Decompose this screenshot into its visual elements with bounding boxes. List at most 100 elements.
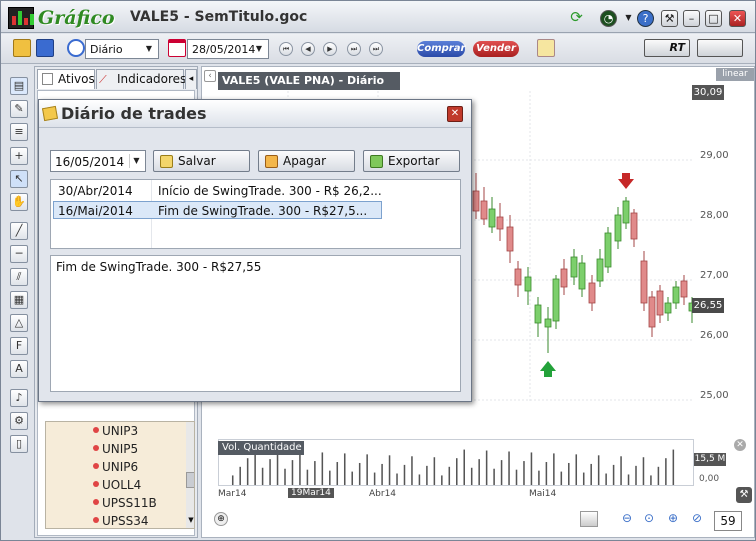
zoom-out-icon[interactable]: ⊖ [622,511,638,527]
rt-button[interactable]: RT [644,39,690,57]
formula-icon[interactable]: F [10,337,28,355]
trade-notes-textarea[interactable]: Fim de SwingTrade. 300 - R$27,55 [50,255,461,392]
play-icon[interactable]: ▶ [323,42,337,56]
list-item[interactable]: UNIP5 [46,440,194,458]
candle-body [552,278,560,322]
volume-bar [246,458,249,485]
volume-bar [590,463,592,485]
prev-icon[interactable]: ◀ [301,42,315,56]
zoom-input[interactable]: 59 [714,511,742,531]
fibonacci-icon[interactable]: △ [10,314,28,332]
volume-bar [239,466,241,485]
zoom-in-icon[interactable]: ⊕ [668,511,684,527]
volume-bar [597,455,600,485]
volume-title: Vol. Quantidade [218,441,304,455]
delete-icon [265,155,278,168]
next-icon[interactable]: ⏭ [347,42,361,56]
volume-bar [642,457,645,485]
export-button[interactable]: Exportar [363,150,460,172]
note-text: Fim de SwingTrade. 300 - R$27,55 [56,260,262,274]
asset-scrollbar[interactable]: ▼ [186,422,194,528]
tools-icon[interactable]: ⚒ [661,10,678,27]
tab-ativos[interactable]: Ativos [37,69,95,89]
tab-scroll-button[interactable]: ◂ [185,69,197,89]
chevron-down-icon[interactable]: ▼ [186,516,194,528]
minimize-icon[interactable]: – [683,10,700,27]
sell-button[interactable]: Vender [473,41,519,57]
zoom-fit-icon[interactable]: ⊙ [644,511,660,527]
document-icon[interactable]: ▯ [10,435,28,453]
hand-icon[interactable]: ✋ [10,193,28,211]
calendar-icon[interactable] [168,39,186,57]
chart-title: VALE5 (VALE PNA) - Diário [218,72,400,90]
last-icon[interactable]: ⏭ [369,42,383,56]
price-level: 27,00 [700,270,729,281]
pencil-icon[interactable] [537,39,555,57]
text-icon[interactable]: A [10,360,28,378]
maximize-icon[interactable]: □ [705,10,722,27]
current-price-label: 26,55 [692,298,724,313]
volume-bar [500,460,503,485]
notes-icon[interactable]: ✎ [10,100,28,118]
table-row[interactable]: 30/Abr/2014 Início de SwingTrade. 300 - … [53,182,382,200]
volume-bar [582,472,585,485]
wrench-icon[interactable]: ⚒ [736,487,752,503]
settings-icon[interactable]: ⚙ [10,412,28,430]
list-item[interactable]: UNIP6 [46,458,194,476]
volume-bar [515,469,518,485]
volume-bar [299,451,301,485]
rectangle-icon[interactable]: ▦ [10,291,28,309]
volume-bar [329,470,331,485]
buy-button[interactable]: Comprar [417,41,465,57]
table-row-selected[interactable]: 16/Mai/2014 Fim de SwingTrade. 300 - R$2… [53,201,382,219]
scroll-thumb[interactable] [186,472,194,488]
refresh-icon[interactable]: ⟳ [568,10,585,27]
volume-bar [433,457,436,485]
layout-icon[interactable]: ▤ [10,77,28,95]
close-icon[interactable]: ✕ [734,439,746,451]
list-item[interactable]: UOLL4 [46,476,194,494]
list-icon[interactable]: ≡ [10,123,28,141]
pointer-icon[interactable]: ↖ [10,170,28,188]
alert-icon[interactable]: ♪ [10,389,28,407]
tab-indicadores[interactable]: ⟋ Indicadores [96,69,186,89]
candle-body [596,258,604,282]
delete-button[interactable]: Apagar [258,150,355,172]
volume-bar [545,462,548,485]
connection-icon[interactable]: ◔ [600,10,617,27]
close-icon[interactable]: ✕ [447,106,463,122]
candle-body [534,304,542,324]
scale-mode-badge[interactable]: linear [716,68,754,81]
channel-icon[interactable]: ⫽ [10,268,28,286]
save-disk-icon[interactable] [36,39,54,57]
open-folder-icon[interactable] [13,39,31,57]
zoom-reset-icon[interactable]: ⊘ [692,511,708,527]
list-item[interactable]: UPSS11B [46,494,194,512]
volume-bar [612,464,615,485]
clock-icon[interactable] [67,39,85,57]
list-item[interactable]: UNIP3 [46,422,194,440]
chevron-down-icon[interactable]: ▼ [620,10,637,27]
list-item[interactable]: UPSS34 [46,512,194,528]
save-button[interactable]: Salvar [153,150,250,172]
period-select[interactable]: Diário ▼ [85,39,159,59]
time-label: Abr14 [369,489,397,499]
horizontal-line-icon[interactable]: ─ [10,245,28,263]
candle-body [496,216,504,230]
dialog-title: Diário de trades [61,104,207,123]
collapse-icon[interactable]: ‹ [204,70,216,82]
close-icon[interactable]: ✕ [729,10,746,27]
trade-list: 30/Abr/2014 Início de SwingTrade. 300 - … [50,179,461,249]
target-icon[interactable]: ⊕ [214,512,228,526]
first-icon[interactable]: ⏮ [279,42,293,56]
trendline-icon[interactable]: ╱ [10,222,28,240]
volume-bar [657,466,660,485]
volume-bar [560,471,563,485]
candle-body [640,260,648,304]
multi-chart-icon[interactable] [697,39,743,57]
date-picker[interactable]: 28/05/2014 ▼ [187,39,269,59]
help-icon[interactable]: ? [637,10,654,27]
crosshair-icon[interactable]: + [10,147,28,165]
scroll-slider[interactable] [580,511,598,527]
trade-date-picker[interactable]: 16/05/2014 ▼ [50,150,146,172]
